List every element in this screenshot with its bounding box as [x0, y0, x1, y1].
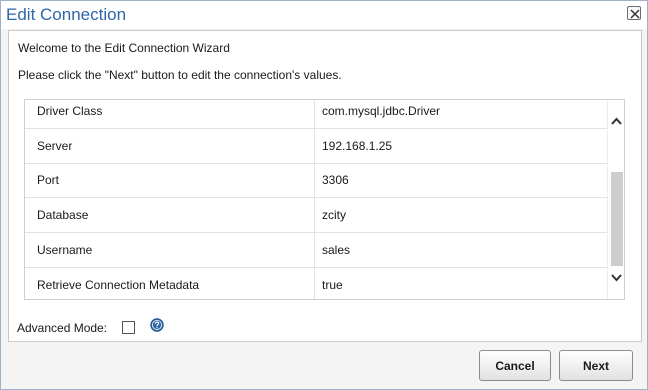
property-name: Driver Class	[37, 100, 315, 128]
close-icon	[630, 9, 640, 19]
property-value[interactable]: sales	[322, 233, 609, 267]
next-button[interactable]: Next	[559, 350, 633, 381]
advanced-mode-label: Advanced Mode:	[17, 321, 108, 335]
advanced-mode-checkbox[interactable]	[122, 321, 135, 334]
help-icon	[150, 318, 164, 332]
property-value[interactable]: true	[322, 268, 609, 299]
help-button[interactable]	[150, 318, 164, 332]
table-row[interactable]: Database zcity	[25, 198, 609, 234]
vertical-scrollbar[interactable]	[607, 100, 624, 299]
properties-grid: Driver Class com.mysql.jdbc.Driver Serve…	[24, 99, 625, 300]
property-name: Port	[37, 163, 315, 198]
close-button[interactable]	[627, 6, 641, 20]
property-name: Retrieve Connection Metadata	[37, 267, 315, 299]
property-value[interactable]: 192.168.1.25	[322, 129, 609, 163]
property-name: Server	[37, 128, 315, 163]
property-name: Database	[37, 198, 315, 233]
instruction-text: Please click the "Next" button to edit t…	[18, 68, 342, 82]
table-row[interactable]: Driver Class com.mysql.jdbc.Driver	[25, 100, 609, 129]
property-value[interactable]: 3306	[322, 164, 609, 198]
table-row[interactable]: Retrieve Connection Metadata true	[25, 267, 609, 299]
edit-connection-dialog: Edit Connection Welcome to the Edit Conn…	[0, 0, 648, 390]
table-row[interactable]: Server 192.168.1.25	[25, 128, 609, 164]
welcome-text: Welcome to the Edit Connection Wizard	[18, 41, 230, 55]
property-value[interactable]: com.mysql.jdbc.Driver	[322, 100, 609, 128]
dialog-title: Edit Connection	[6, 5, 127, 24]
title-bar: Edit Connection	[1, 1, 647, 29]
scroll-down-button[interactable]	[608, 271, 624, 285]
scroll-thumb[interactable]	[611, 172, 623, 266]
property-name: Username	[37, 233, 315, 267]
chevron-down-icon	[611, 274, 622, 282]
chevron-up-icon	[611, 117, 622, 125]
property-value[interactable]: zcity	[322, 198, 609, 232]
wizard-content: Welcome to the Edit Connection Wizard Pl…	[8, 30, 642, 342]
cancel-button[interactable]: Cancel	[479, 350, 551, 381]
table-row[interactable]: Username sales	[25, 233, 609, 268]
properties-rows: Driver Class com.mysql.jdbc.Driver Serve…	[25, 100, 609, 299]
scroll-up-button[interactable]	[608, 114, 624, 128]
table-row[interactable]: Port 3306	[25, 163, 609, 199]
